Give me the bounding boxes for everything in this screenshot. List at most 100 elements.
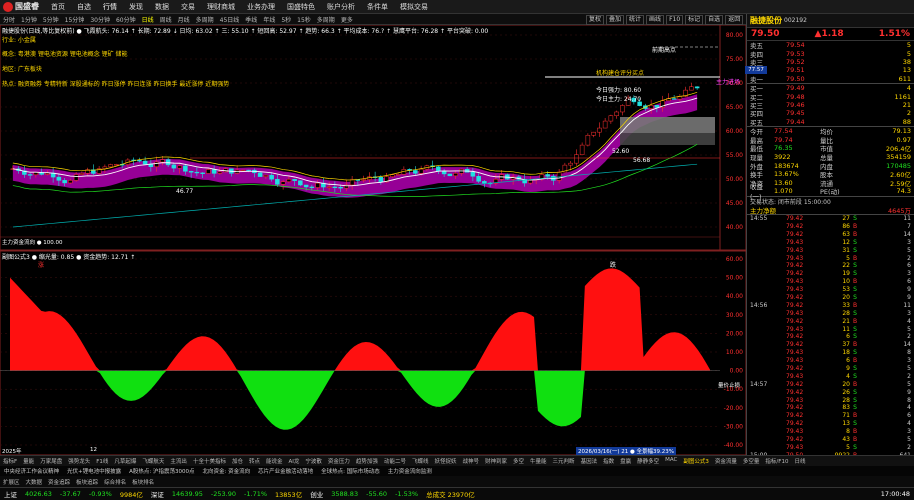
menu-item-2[interactable]: 行情 <box>97 2 123 12</box>
period-tab-13[interactable]: 5秒 <box>278 15 294 24</box>
news-item[interactable]: 主力资金流向监测 <box>384 467 436 475</box>
period-tab-0[interactable]: 分时 <box>0 15 18 24</box>
extension-tab-5[interactable]: 板块排名 <box>129 478 157 486</box>
period-tab-7[interactable]: 周线 <box>157 15 175 24</box>
indicator-tab-18[interactable]: 妖怪捉妖 <box>431 457 459 465</box>
period-tab-15[interactable]: 多周期 <box>314 15 338 24</box>
news-item[interactable]: A股热点: 沪指震荡3000点 <box>125 467 198 475</box>
chart-tool-button-4[interactable]: F10 <box>666 14 684 25</box>
indicator-tab-1[interactable]: 量能 <box>20 457 37 465</box>
menu-item-0[interactable]: 首页 <box>45 2 71 12</box>
menu-item-8[interactable]: 国盛特色 <box>281 2 321 12</box>
sz-change: -253.90 <box>210 490 237 498</box>
stats-table: 今开 77.54 均价 79.13 最高 79.74 量比 0.97 最低 76.35 市值 206.… <box>747 127 914 201</box>
extension-tab-2[interactable]: 资金追踪 <box>45 478 73 486</box>
news-item[interactable]: 中央经济工作会议精神 <box>0 467 63 475</box>
tick-side: S <box>853 270 857 278</box>
indicator-tab-10[interactable]: 转点 <box>246 457 263 465</box>
period-tab-10[interactable]: 45日线 <box>217 15 243 24</box>
period-tab-5[interactable]: 60分钟 <box>113 15 139 24</box>
chart-tool-button-1[interactable]: 叠加 <box>606 14 625 25</box>
period-tab-3[interactable]: 15分钟 <box>62 15 88 24</box>
indicator-tab-right-0[interactable]: 指标/F10 <box>762 457 791 465</box>
indicator-tab-20[interactable]: 财神到家 <box>482 457 510 465</box>
menu-item-3[interactable]: 发现 <box>123 2 149 12</box>
indicator-tab-30[interactable]: 资金流量 <box>712 457 740 465</box>
tick-count: 3 <box>907 309 911 317</box>
indicator-tab-6[interactable]: 飞蝶航天 <box>139 457 167 465</box>
indicator-tab-right-1[interactable]: 日线 <box>791 457 808 465</box>
period-tab-2[interactable]: 5分钟 <box>40 15 62 24</box>
indicator-tab-22[interactable]: 牛量能 <box>527 457 550 465</box>
indicator-tab-21[interactable]: 多空 <box>510 457 527 465</box>
indicator-tab-7[interactable]: 主流出 <box>167 457 190 465</box>
indicator-tab-3[interactable]: 强势龙头 <box>65 457 93 465</box>
indicator-tab-28[interactable]: MAC <box>662 457 680 465</box>
chart-tool-button-2[interactable]: 统计 <box>626 14 645 25</box>
indicator-tab-9[interactable]: 加仓 <box>229 457 246 465</box>
tick-row: 79.43 4 S 2 <box>747 372 914 380</box>
menu-item-6[interactable]: 理财商城 <box>201 2 241 12</box>
news-item[interactable]: 北向资金: 资金流向 <box>199 467 255 475</box>
chart-tool-button-7[interactable]: 返回 <box>725 14 744 25</box>
candle-body <box>447 173 453 177</box>
extension-tab-0[interactable]: 扩展区 <box>0 478 23 486</box>
menu-item-5[interactable]: 交易 <box>175 2 201 12</box>
chart-tool-button-0[interactable]: 复权 <box>586 14 605 25</box>
tick-row: 79.42 9 S 5 <box>747 365 914 373</box>
chart-tool-button-5[interactable]: 标记 <box>685 14 704 25</box>
period-tab-14[interactable]: 15秒 <box>294 15 314 24</box>
news-item[interactable]: 芯片产业金融活动落地 <box>254 467 317 475</box>
chart-tool-button-6[interactable]: 自选 <box>705 14 724 25</box>
candle-body <box>689 86 694 91</box>
menu-item-4[interactable]: 数据 <box>149 2 175 12</box>
period-tab-12[interactable]: 年线 <box>260 15 278 24</box>
indicator-tab-4[interactable]: F1线 <box>93 457 111 465</box>
indicator-tab-2[interactable]: 万家尾盘 <box>37 457 65 465</box>
indicator-tab-19[interactable]: 战神号 <box>459 457 482 465</box>
chart-tool-button-3[interactable]: 画线 <box>646 14 665 25</box>
indicator-tab-29[interactable]: 副图公式3 <box>680 457 712 465</box>
period-tab-9[interactable]: 多周期 <box>193 15 217 24</box>
bid-row[interactable]: 买五 79.44 88 <box>747 118 914 127</box>
news-item[interactable]: 全球热点: 国际市场动态 <box>317 467 384 475</box>
indicator-tab-15[interactable]: 趋势加强 <box>353 457 381 465</box>
menu-item-1[interactable]: 自选 <box>71 2 97 12</box>
tick-list[interactable]: 14:55 79.42 27 S 11 79.42 86 B 7 79.42 63 B 14 79.43 1… <box>747 215 914 460</box>
indicator-tab-24[interactable]: 基因法 <box>578 457 601 465</box>
extension-tab-4[interactable]: 综合排名 <box>101 478 129 486</box>
period-tab-8[interactable]: 月线 <box>175 15 193 24</box>
period-tab-16[interactable]: 更多 <box>338 15 356 24</box>
indicator-tab-26[interactable]: 盘赢 <box>617 457 634 465</box>
indicator-tab-17[interactable]: 飞蝶线 <box>409 457 432 465</box>
extension-tab-3[interactable]: 板块追踪 <box>73 478 101 486</box>
app-logo[interactable]: 国盛睿 <box>0 1 45 12</box>
menu-item-11[interactable]: 模拟交易 <box>394 2 434 12</box>
indicator-tab-14[interactable]: 资金压力 <box>325 457 353 465</box>
period-tab-1[interactable]: 1分钟 <box>18 15 40 24</box>
period-tab-4[interactable]: 30分钟 <box>87 15 113 24</box>
indicator-tab-12[interactable]: AI龙 <box>286 457 303 465</box>
chart-area[interactable]: 80.00 75.00 70.00 65.00 60.00 55.00 50.00 45.00… <box>0 25 767 455</box>
indicator-tab-13[interactable]: 宁波散 <box>302 457 325 465</box>
indicator-tab-27[interactable]: 静静多空 <box>634 457 662 465</box>
indicator-tab-5[interactable]: 凡草起爆 <box>111 457 139 465</box>
news-item[interactable]: 光伏+锂电池中报披露 <box>63 467 125 475</box>
indicator-tab-23[interactable]: 三元判断 <box>550 457 578 465</box>
tick-row: 79.42 20 S 9 <box>747 294 914 302</box>
ask-row[interactable]: 卖一 79.50 611 <box>747 75 914 84</box>
indicator-tab-11[interactable]: 能说金 <box>263 457 286 465</box>
candle-body <box>79 173 85 175</box>
menu-item-10[interactable]: 条件单 <box>361 2 394 12</box>
period-tab-11[interactable]: 季线 <box>242 15 260 24</box>
tick-row: 79.43 53 S 9 <box>747 286 914 294</box>
indicator-tab-16[interactable]: 动能二号 <box>381 457 409 465</box>
indicator-tab-31[interactable]: 多空量 <box>740 457 763 465</box>
indicator-tab-0[interactable]: 指标F <box>0 457 20 465</box>
extension-tab-1[interactable]: 大数据 <box>23 478 46 486</box>
indicator-tab-25[interactable]: 指数 <box>600 457 617 465</box>
menu-item-9[interactable]: 账户分析 <box>321 2 361 12</box>
period-tab-6[interactable]: 日线 <box>139 15 157 24</box>
menu-item-7[interactable]: 业务办理 <box>241 2 281 12</box>
indicator-tab-8[interactable]: 十全十美指标 <box>190 457 229 465</box>
